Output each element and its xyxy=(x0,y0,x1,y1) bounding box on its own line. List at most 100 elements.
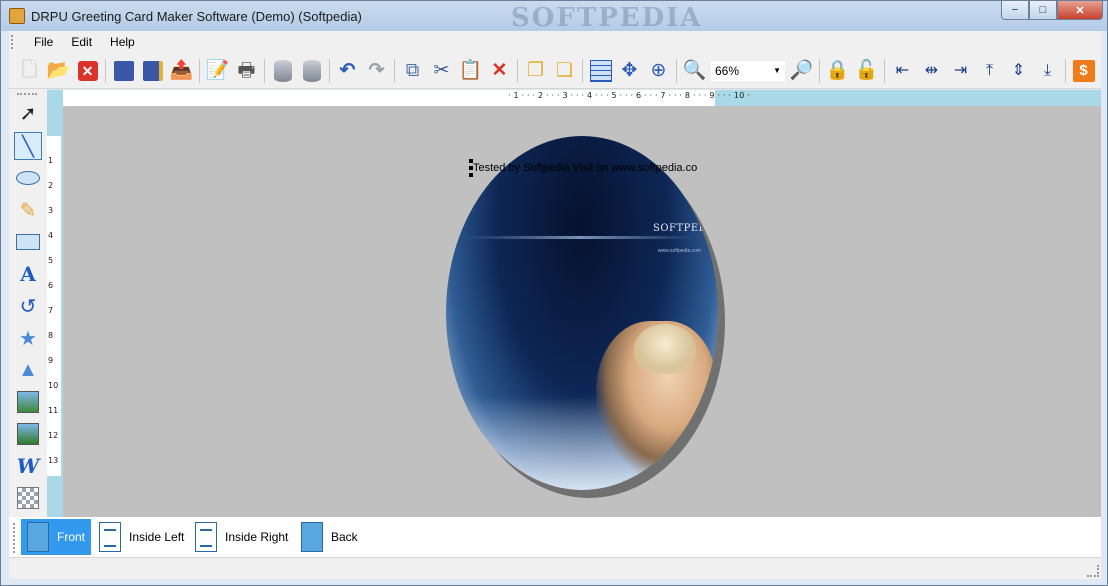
vertical-ruler-tick: 7 xyxy=(48,306,54,315)
send-back-icon[interactable]: ❏ xyxy=(550,57,579,85)
save-as-icon[interactable] xyxy=(138,57,167,85)
menu-grip[interactable] xyxy=(11,35,17,49)
fit-page-icon[interactable]: ⊕ xyxy=(644,57,673,85)
lock-icon[interactable]: 🔒 xyxy=(823,57,852,85)
star-tool-icon[interactable]: ★ xyxy=(14,324,42,352)
vertical-ruler-tick: 5 xyxy=(48,256,54,265)
palette-grip[interactable] xyxy=(17,93,37,95)
window-controls: − □ ✕ xyxy=(1001,1,1103,21)
toolbar-separator xyxy=(517,58,518,83)
edit-icon[interactable]: 📝 xyxy=(203,57,232,85)
open-icon[interactable]: 📂 xyxy=(44,57,73,85)
copy-icon[interactable]: ⧉ xyxy=(398,57,427,85)
selection-handle[interactable] xyxy=(469,159,473,163)
card-text-object[interactable]: Tested by Softpedia Visit on www.softped… xyxy=(473,162,697,174)
curve-tool-icon[interactable]: ↺ xyxy=(14,292,42,320)
rectangle-tool-icon[interactable] xyxy=(14,228,42,256)
tab-inside-left[interactable]: Inside Left xyxy=(93,519,190,555)
tab-back-label: Back xyxy=(331,530,358,544)
horizontal-ruler-ticks: · 1 · · · 2 · · · 3 · · · 4 · · · 5 · · … xyxy=(508,91,750,100)
menu-edit[interactable]: Edit xyxy=(62,35,101,49)
paste-icon[interactable]: 📋 xyxy=(456,57,485,85)
tab-front-label: Front xyxy=(57,530,86,544)
ellipse-tool-icon[interactable] xyxy=(14,164,42,192)
vertical-ruler-tick: 12 xyxy=(48,431,59,440)
bring-front-icon[interactable]: ❐ xyxy=(521,57,550,85)
align-middle-icon[interactable]: ⇕ xyxy=(1004,57,1033,85)
align-left-icon[interactable]: ⇤ xyxy=(888,57,917,85)
delete-icon[interactable]: ✕ xyxy=(485,57,514,85)
buy-icon[interactable]: $ xyxy=(1069,57,1098,85)
toolbar-separator xyxy=(199,58,200,83)
vertical-ruler-tick: 11 xyxy=(48,406,59,415)
database-icon[interactable] xyxy=(297,57,326,85)
vertical-ruler-tick: 9 xyxy=(48,356,54,365)
close-window-button[interactable]: ✕ xyxy=(1057,1,1103,20)
toolbar-separator xyxy=(264,58,265,83)
card-light-streak xyxy=(466,236,696,239)
background-tool-icon[interactable] xyxy=(14,484,42,512)
pencil-tool-icon[interactable]: ✎ xyxy=(14,196,42,224)
tab-inside-right[interactable]: Inside Right xyxy=(189,519,294,555)
minimize-button[interactable]: − xyxy=(1001,1,1029,20)
toolbar-separator xyxy=(676,58,677,83)
selection-handle[interactable] xyxy=(469,166,473,170)
undo-icon[interactable]: ↶ xyxy=(333,57,362,85)
new-icon[interactable]: 🗋 xyxy=(15,57,44,85)
picture-library-icon[interactable] xyxy=(14,420,42,448)
inside-right-page-icon xyxy=(191,521,221,553)
vertical-ruler-tick: 10 xyxy=(48,381,59,390)
export-icon[interactable]: 📤 xyxy=(167,57,196,85)
fit-icon[interactable]: ✥ xyxy=(615,57,644,85)
tab-back[interactable]: Back xyxy=(295,519,364,555)
maximize-button[interactable]: □ xyxy=(1029,1,1057,20)
app-icon xyxy=(9,8,25,24)
main-toolbar: 🗋 📂 ✕ 📤 📝 🖶 ↶ ↷ ⧉ ✂ 📋 ✕ ❐ ❏ ✥ ⊕ 🔍 66% ▼ xyxy=(9,53,1101,89)
text-tool-icon[interactable]: A xyxy=(14,260,42,288)
align-top-icon[interactable]: ⤒ xyxy=(975,57,1004,85)
zoom-value: 66% xyxy=(715,63,740,78)
toolbar-separator xyxy=(329,58,330,83)
vertical-ruler-tick: 1 xyxy=(48,156,54,165)
selection-handle[interactable] xyxy=(469,173,473,177)
align-right-icon[interactable]: ⇥ xyxy=(946,57,975,85)
cut-icon[interactable]: ✂ xyxy=(427,57,456,85)
vertical-ruler-tick: 8 xyxy=(48,331,54,340)
zoom-out-icon[interactable]: 🔎 xyxy=(787,57,816,85)
card-image[interactable]: SOFTPEDIA www.softpedia.com xyxy=(446,136,718,490)
page-tabs-bar: Front Inside Left Inside Right Back xyxy=(9,517,1101,557)
triangle-tool-icon[interactable]: ▲ xyxy=(14,356,42,384)
wordart-tool-icon[interactable]: W xyxy=(14,452,42,480)
menu-file[interactable]: File xyxy=(25,35,62,49)
close-icon[interactable]: ✕ xyxy=(73,57,102,85)
horizontal-ruler: · 1 · · · 2 · · · 3 · · · 4 · · · 5 · · … xyxy=(63,90,1101,106)
select-tool-icon[interactable]: ➚ xyxy=(14,99,42,127)
page-tabs-grip[interactable] xyxy=(13,523,17,553)
vertical-ruler: 1 2 3 4 5 6 7 8 9 10 11 12 13 xyxy=(47,106,63,517)
title-bar[interactable]: DRPU Greeting Card Maker Software (Demo)… xyxy=(1,1,1107,33)
line-tool-icon[interactable]: ╲ xyxy=(14,132,42,160)
database-add-icon[interactable] xyxy=(268,57,297,85)
front-page-icon xyxy=(23,521,53,553)
save-icon[interactable] xyxy=(109,57,138,85)
tab-inside-left-label: Inside Left xyxy=(129,530,185,544)
card-portrait-hair xyxy=(634,324,696,374)
zoom-in-icon[interactable]: 🔍 xyxy=(680,57,709,85)
toolbar-separator xyxy=(105,58,106,83)
menu-help[interactable]: Help xyxy=(101,35,144,49)
grid-icon[interactable] xyxy=(586,57,615,85)
unlock-icon[interactable]: 🔓 xyxy=(852,57,881,85)
image-tool-icon[interactable] xyxy=(14,388,42,416)
back-page-icon xyxy=(297,521,327,553)
print-icon[interactable]: 🖶 xyxy=(232,57,261,85)
align-bottom-icon[interactable]: ⤓ xyxy=(1033,57,1062,85)
design-canvas[interactable]: SOFTPEDIA www.softpedia.com Tested by So… xyxy=(63,106,1101,517)
vertical-ruler-tick: 2 xyxy=(48,181,54,190)
resize-grip[interactable] xyxy=(1087,565,1099,577)
zoom-select[interactable]: 66% ▼ xyxy=(711,60,785,81)
redo-icon[interactable]: ↷ xyxy=(362,57,391,85)
align-center-icon[interactable]: ⇹ xyxy=(917,57,946,85)
tab-front[interactable]: Front xyxy=(21,519,92,555)
app-window: DRPU Greeting Card Maker Software (Demo)… xyxy=(0,0,1108,586)
vertical-ruler-tick: 3 xyxy=(48,206,54,215)
